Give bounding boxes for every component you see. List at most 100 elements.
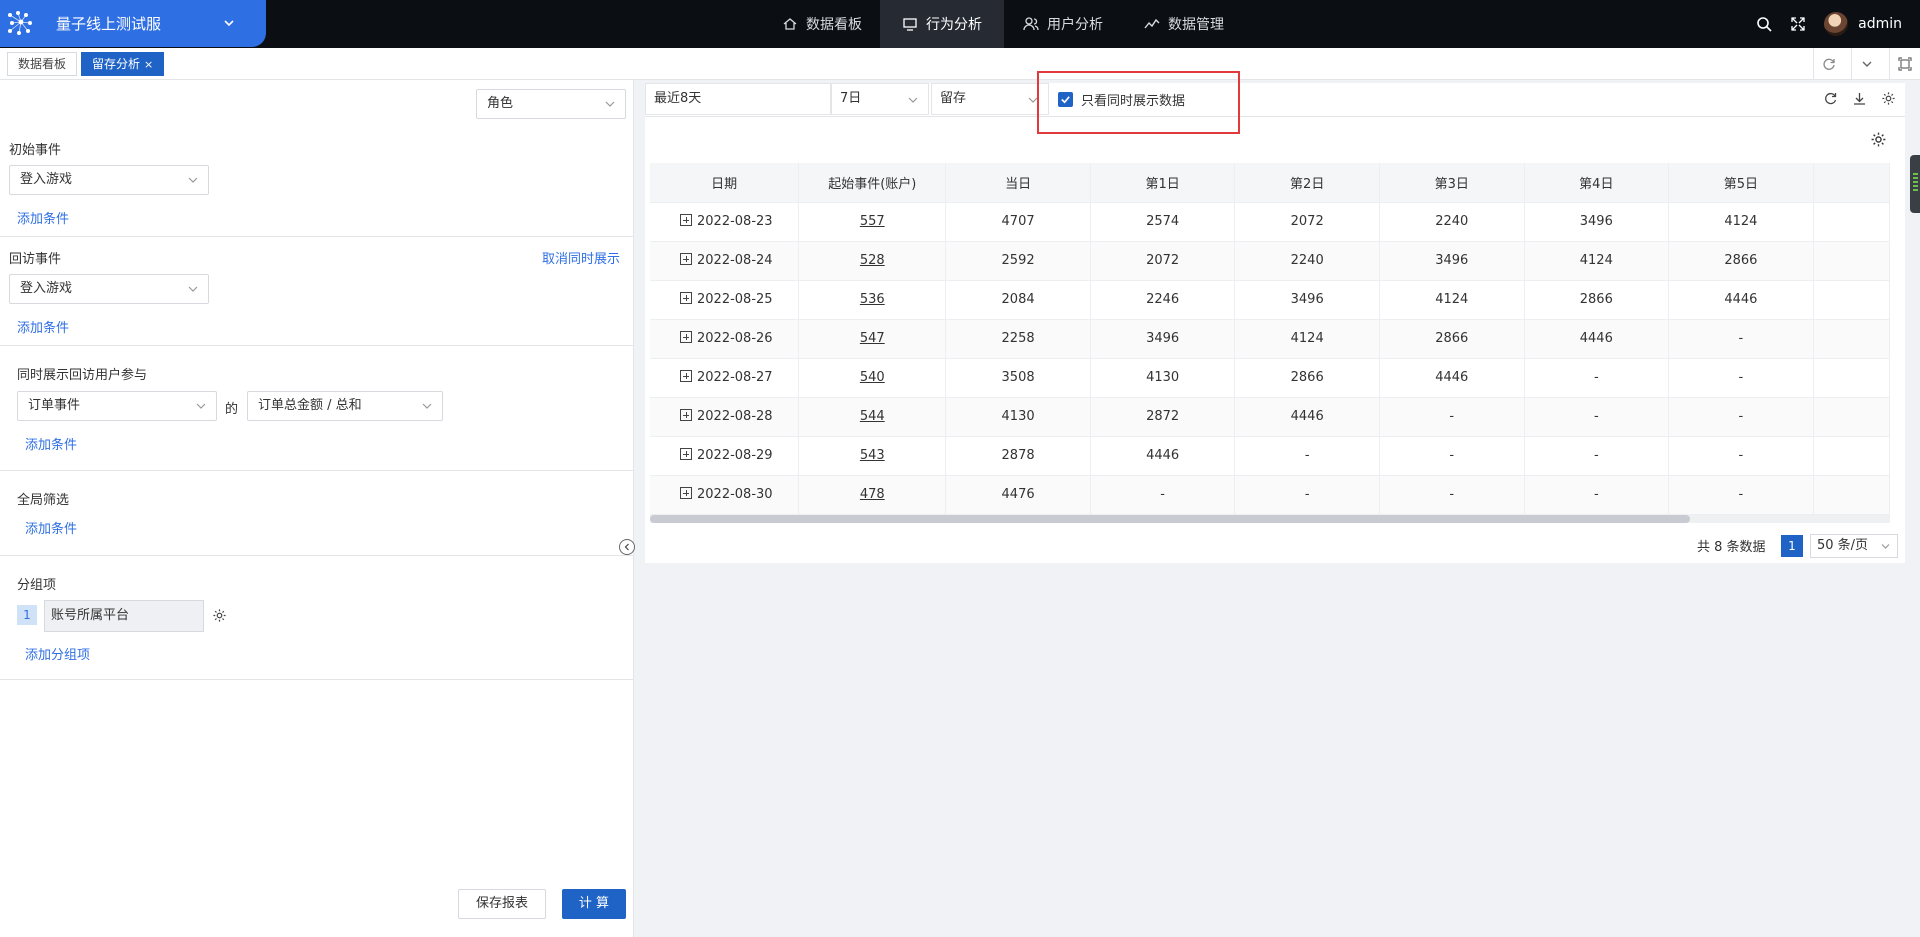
search-icon[interactable] bbox=[1756, 16, 1772, 32]
date-value: 2022-08-30 bbox=[697, 487, 773, 502]
nav-dashboard[interactable]: 数据看板 bbox=[760, 0, 884, 48]
only-simultaneous-checkbox[interactable]: 只看同时展示数据 bbox=[1058, 83, 1185, 115]
expand-row-icon[interactable] bbox=[680, 214, 692, 226]
table-settings-button[interactable] bbox=[1870, 131, 1887, 148]
checkbox-checked[interactable] bbox=[1058, 91, 1073, 107]
start-event-link[interactable]: 536 bbox=[860, 292, 885, 307]
divider bbox=[0, 236, 634, 237]
header-day-4[interactable]: 第4日 bbox=[1524, 163, 1670, 203]
maximize-button[interactable] bbox=[1889, 48, 1920, 80]
gear-icon[interactable] bbox=[212, 608, 227, 623]
start-event-link[interactable]: 557 bbox=[860, 214, 885, 229]
chevron-down-icon bbox=[188, 286, 198, 292]
table-row: 2022-08-23 557 4707 2574 2072 2240 3496 4124 bbox=[650, 202, 1890, 242]
cancel-simultaneous-link[interactable]: 取消同时展示 bbox=[542, 248, 620, 267]
horizontal-scrollbar[interactable] bbox=[650, 515, 1890, 523]
add-global-filter-link[interactable]: 添加条件 bbox=[25, 518, 77, 537]
header-day-0[interactable]: 当日 bbox=[945, 163, 1091, 203]
tab-dropdown-button[interactable] bbox=[1851, 48, 1882, 80]
retention-value-cell: 4446 bbox=[1668, 280, 1814, 320]
top-navigation-bar: 量子线上测试服 数据看板 行为分析 用户分析 数据管理 admin bbox=[0, 0, 1920, 48]
refresh-button[interactable] bbox=[1823, 91, 1838, 106]
header-date[interactable]: 日期 bbox=[650, 163, 800, 203]
retention-value-cell: - bbox=[1668, 475, 1814, 515]
retention-value-cell: 4446 bbox=[1234, 397, 1380, 437]
period-select[interactable]: 7日 bbox=[831, 83, 929, 115]
date-cell: 2022-08-28 bbox=[650, 397, 800, 437]
check-icon bbox=[1061, 95, 1070, 103]
expand-row-icon[interactable] bbox=[680, 292, 692, 304]
start-event-link[interactable]: 547 bbox=[860, 331, 885, 346]
metric-select[interactable]: 留存 bbox=[931, 83, 1049, 115]
tab-dashboard-label: 数据看板 bbox=[18, 57, 67, 71]
expand-row-icon[interactable] bbox=[680, 409, 692, 421]
collapse-panel-button[interactable] bbox=[619, 539, 635, 555]
add-return-condition-link[interactable]: 添加条件 bbox=[17, 317, 69, 336]
start-event-cell: 557 bbox=[798, 202, 947, 242]
role-select[interactable]: 角色 bbox=[476, 89, 626, 119]
date-range-value: 最近8天 bbox=[654, 91, 702, 106]
date-range-picker[interactable]: 最近8天 bbox=[645, 83, 831, 115]
project-switcher[interactable]: 量子线上测试服 bbox=[0, 0, 266, 47]
order-event-select[interactable]: 订单事件 bbox=[17, 391, 217, 421]
initial-event-label: 初始事件 bbox=[9, 143, 62, 158]
tab-close-icon[interactable]: × bbox=[144, 58, 153, 71]
metric-value: 留存 bbox=[940, 91, 967, 106]
retention-value-cell: 3496 bbox=[1234, 280, 1380, 320]
add-initial-condition-link[interactable]: 添加条件 bbox=[17, 208, 69, 227]
header-day-5[interactable]: 第5日 bbox=[1668, 163, 1814, 203]
expand-row-icon[interactable] bbox=[680, 331, 692, 343]
retention-value-cell: 2574 bbox=[1090, 202, 1236, 242]
nav-user-analysis[interactable]: 用户分析 bbox=[1001, 0, 1125, 48]
order-metric-select[interactable]: 订单总金额 / 总和 bbox=[247, 391, 443, 421]
fullscreen-icon[interactable] bbox=[1790, 16, 1806, 32]
start-event-link[interactable]: 544 bbox=[860, 409, 885, 424]
start-event-link[interactable]: 528 bbox=[860, 253, 885, 268]
retention-value-cell: 2872 bbox=[1090, 397, 1236, 437]
header-day-2[interactable]: 第2日 bbox=[1234, 163, 1380, 203]
download-button[interactable] bbox=[1852, 91, 1867, 106]
tab-retention-analysis[interactable]: 留存分析 × bbox=[81, 52, 165, 76]
return-event-select[interactable]: 登入游戏 bbox=[9, 274, 209, 304]
nav-data-management[interactable]: 数据管理 bbox=[1122, 0, 1246, 48]
expand-row-icon[interactable] bbox=[680, 448, 692, 460]
tab-dashboard[interactable]: 数据看板 bbox=[7, 52, 78, 76]
initial-event-select[interactable]: 登入游戏 bbox=[9, 165, 209, 195]
refresh-tab-button[interactable] bbox=[1813, 48, 1844, 80]
side-widget-handle[interactable] bbox=[1910, 155, 1920, 213]
expand-row-icon[interactable] bbox=[680, 370, 692, 382]
page-1-button[interactable]: 1 bbox=[1781, 535, 1803, 557]
date-value: 2022-08-24 bbox=[697, 253, 773, 268]
date-value: 2022-08-27 bbox=[697, 370, 773, 385]
group-field[interactable]: 账号所属平台 bbox=[44, 600, 204, 632]
retention-value-cell: 2866 bbox=[1668, 241, 1814, 281]
retention-value-cell: - bbox=[1524, 436, 1670, 476]
nav-behavior-analysis[interactable]: 行为分析 bbox=[880, 0, 1004, 48]
save-report-button[interactable]: 保存报表 bbox=[458, 889, 546, 919]
username[interactable]: admin bbox=[1858, 16, 1902, 32]
header-day-1[interactable]: 第1日 bbox=[1090, 163, 1236, 203]
divider bbox=[0, 345, 634, 346]
expand-row-icon[interactable] bbox=[680, 253, 692, 265]
header-day-3[interactable]: 第3日 bbox=[1379, 163, 1525, 203]
start-event-cell: 540 bbox=[798, 358, 947, 398]
overflow-cell bbox=[1813, 397, 1890, 437]
start-event-link[interactable]: 478 bbox=[860, 487, 885, 502]
retention-value-cell: - bbox=[1234, 436, 1380, 476]
add-simultaneous-condition-link[interactable]: 添加条件 bbox=[25, 434, 77, 453]
chevron-down-icon bbox=[224, 20, 234, 27]
retention-value-cell: 2240 bbox=[1234, 241, 1380, 281]
overflow-cell bbox=[1813, 280, 1890, 320]
expand-row-icon[interactable] bbox=[680, 487, 692, 499]
retention-value-cell: 2866 bbox=[1524, 280, 1670, 320]
page-size-select[interactable]: 50 条/页 bbox=[1810, 534, 1898, 558]
user-avatar[interactable] bbox=[1824, 12, 1849, 36]
start-event-link[interactable]: 540 bbox=[860, 370, 885, 385]
scrollbar-thumb[interactable] bbox=[650, 515, 1690, 523]
compute-button[interactable]: 计 算 bbox=[562, 889, 626, 919]
start-event-link[interactable]: 543 bbox=[860, 448, 885, 463]
add-group-link[interactable]: 添加分组项 bbox=[25, 644, 90, 663]
settings-button[interactable] bbox=[1881, 91, 1896, 106]
retention-value-cell: - bbox=[1668, 397, 1814, 437]
header-start-event[interactable]: 起始事件(账户) bbox=[798, 163, 947, 203]
